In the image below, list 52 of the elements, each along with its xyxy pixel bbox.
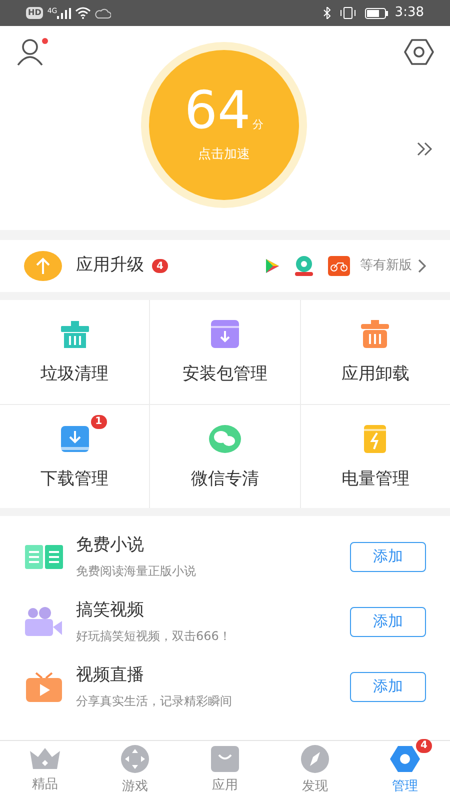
nav-tab[interactable]: 发现 [270,741,360,800]
count-badge: 4 [416,738,432,753]
tool-tile[interactable]: 微信专清 [150,404,300,508]
signal-icon [57,8,72,18]
battery-icon [364,8,389,18]
upgrade-count-badge: 4 [152,259,168,273]
nav-tab[interactable]: 精品 [0,741,90,800]
nav-tab[interactable]: 游戏 [90,741,180,800]
crown-icon [29,746,61,771]
score-value: 64 [184,85,251,138]
app-icon [292,255,316,277]
book-icon [25,542,63,570]
feature-title: 搞笑视频 [76,598,145,622]
compass-icon [301,744,329,773]
vibrate-icon [338,7,357,19]
nav-tab[interactable]: 应用 [180,741,270,800]
add-button[interactable]: 添加 [350,542,426,572]
add-button[interactable]: 添加 [350,606,426,636]
score-unit: 分 [252,116,264,133]
new-version-note: 等有新版 [360,257,412,276]
feature-title: 视频直播 [76,664,145,687]
feature-description: 免费阅读海量正版小说 [76,563,197,580]
tv-icon [26,672,62,702]
bag-icon [211,746,239,772]
play-triangle-icon [264,258,280,274]
count-badge: 1 [90,414,107,428]
double-chevron-icon[interactable] [416,142,434,156]
wifi-icon [75,7,92,19]
tool-tile[interactable]: 电量管理 [300,404,450,508]
cloud-icon [95,8,112,18]
feature-description: 分享真实生活，记录精彩瞬间 [76,693,233,710]
settings-icon[interactable] [404,38,434,66]
tool-tile[interactable]: 垃圾清理 [0,300,150,404]
app-upgrade-row[interactable]: 应用升级 4 等有新版 [0,240,450,292]
add-button[interactable]: 添加 [350,672,426,702]
user-icon[interactable] [16,38,44,66]
tool-tile[interactable]: 1 下载管理 [0,404,150,508]
bluetooth-icon [322,7,331,19]
gamepad-icon [121,744,149,773]
video-camera-icon [25,606,63,636]
nav-tab[interactable]: 4 管理 [360,741,450,800]
settings-icon [390,744,420,773]
speed-up-label: 点击加速 [198,146,250,164]
feature-title: 免费小说 [76,534,145,557]
clock: 3:38 [394,4,424,22]
bicycle-icon [328,256,350,276]
hd-indicator: HD [26,7,44,19]
chevron-right-icon [418,259,426,273]
tool-tile[interactable]: 安装包管理 [150,300,300,404]
tool-tile[interactable]: 应用卸载 [300,300,450,404]
upgrade-label: 应用升级 [76,254,144,278]
feature-description: 好玩搞笑短视频，双击666！ [76,628,232,646]
